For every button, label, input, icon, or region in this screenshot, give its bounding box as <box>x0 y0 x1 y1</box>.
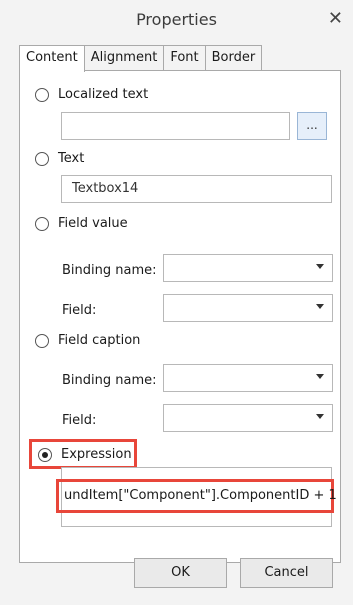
tab-font[interactable]: Font <box>163 45 206 70</box>
close-icon[interactable]: ✕ <box>328 8 343 29</box>
localized-text-input[interactable] <box>61 112 290 140</box>
field-caption-radio[interactable] <box>35 333 49 348</box>
text-input[interactable]: Textbox14 <box>61 175 332 203</box>
expression-value: undItem["Component"].ComponentID + 1 <box>64 488 337 503</box>
localized-text-radio[interactable] <box>35 87 49 102</box>
chevron-down-icon <box>316 374 324 379</box>
expression-label: Expression <box>61 447 132 462</box>
dialog-title: Properties <box>136 10 217 29</box>
chevron-down-icon <box>316 264 324 269</box>
ok-button[interactable]: OK <box>134 558 227 588</box>
expression-option[interactable]: Expression <box>38 447 132 462</box>
field-value-label: Field value <box>58 216 128 231</box>
tab-strip: Content Alignment Font Border <box>19 45 263 72</box>
field-caption-binding-select[interactable] <box>163 364 333 392</box>
chevron-down-icon <box>316 304 324 309</box>
tab-content[interactable]: Content <box>19 45 85 72</box>
field-value-binding-select[interactable] <box>163 254 333 282</box>
field-value-field-label: Field: <box>62 303 97 318</box>
field-value-field-select[interactable] <box>163 294 333 322</box>
tab-alignment[interactable]: Alignment <box>83 45 165 70</box>
chevron-down-icon <box>316 414 324 419</box>
field-value-option[interactable]: Field value <box>35 216 128 231</box>
expression-radio[interactable] <box>38 447 52 462</box>
properties-dialog: Properties ✕ Content Alignment Font Bord… <box>0 0 353 605</box>
field-caption-binding-label: Binding name: <box>62 373 157 388</box>
field-value-binding-label: Binding name: <box>62 263 157 278</box>
field-value-radio[interactable] <box>35 216 49 231</box>
text-option[interactable]: Text <box>35 151 84 166</box>
browse-button[interactable]: ... <box>297 112 327 140</box>
field-caption-field-select[interactable] <box>163 404 333 432</box>
text-radio[interactable] <box>35 151 49 166</box>
text-label: Text <box>58 151 85 166</box>
localized-text-option[interactable]: Localized text <box>35 87 148 102</box>
field-caption-label: Field caption <box>58 333 141 348</box>
cancel-button[interactable]: Cancel <box>240 558 333 588</box>
title-bar: Properties ✕ <box>0 0 353 40</box>
tab-border[interactable]: Border <box>204 45 263 70</box>
localized-text-label: Localized text <box>58 87 149 102</box>
field-caption-option[interactable]: Field caption <box>35 333 140 348</box>
field-caption-field-label: Field: <box>62 413 97 428</box>
